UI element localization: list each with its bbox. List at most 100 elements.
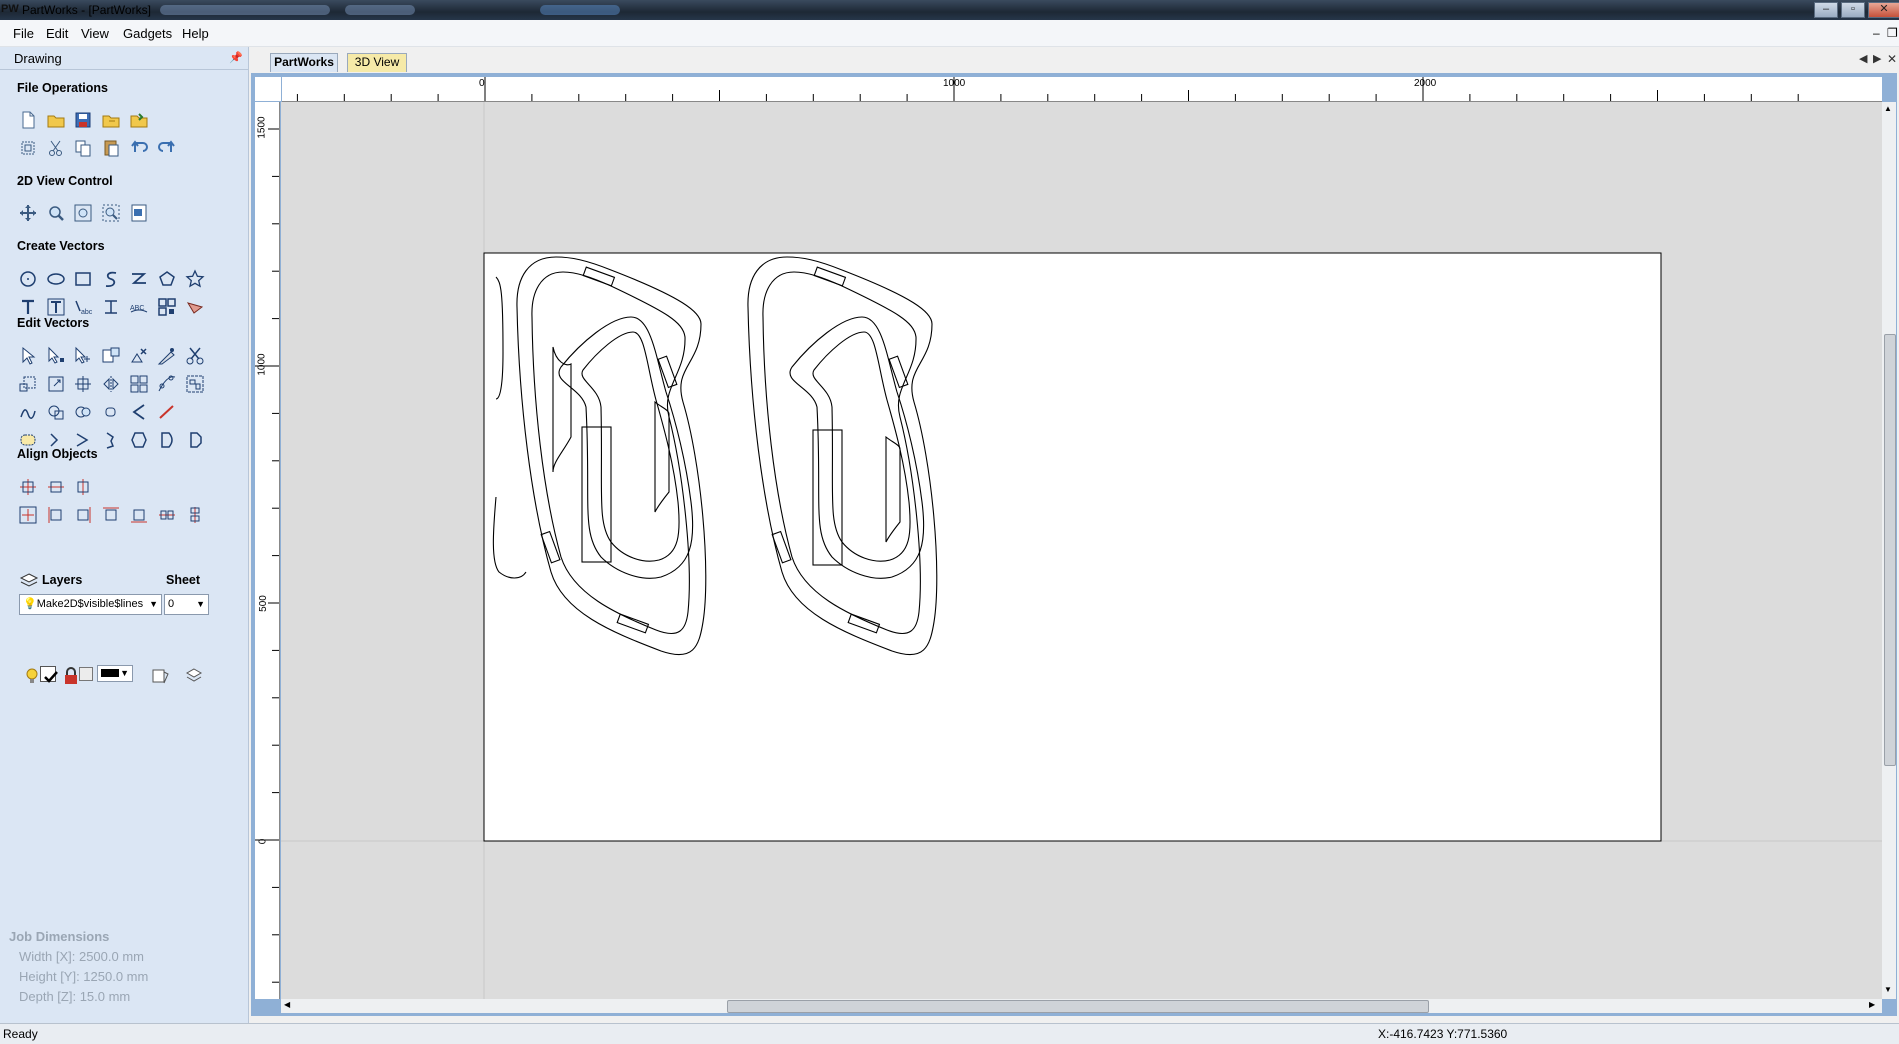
layer-stack-icon[interactable] xyxy=(184,666,203,684)
distribute-vertical-icon[interactable] xyxy=(185,505,205,525)
scroll-right-icon[interactable]: ▶ xyxy=(1869,1000,1875,1009)
arc-text-icon[interactable]: ABC xyxy=(129,297,149,317)
copy-icon[interactable] xyxy=(73,138,93,158)
smooth-icon[interactable] xyxy=(129,430,149,450)
align-vertical-center-icon[interactable] xyxy=(73,477,93,497)
transform-icon[interactable] xyxy=(73,346,93,366)
qr-code-icon[interactable] xyxy=(157,297,177,317)
distribute-horizontal-icon[interactable] xyxy=(157,505,177,525)
dimension-icon[interactable] xyxy=(185,297,205,317)
trim-icon[interactable] xyxy=(129,402,149,422)
mdi-minimize-button[interactable]: – xyxy=(1873,26,1880,40)
tab-scroll-left-icon[interactable]: ◀ xyxy=(1859,52,1867,65)
convert-arc-icon[interactable] xyxy=(157,430,177,450)
zoom-selected-icon[interactable] xyxy=(101,203,121,223)
ellipse-icon[interactable] xyxy=(46,269,66,289)
polygon-icon[interactable] xyxy=(157,269,177,289)
align-left-icon[interactable] xyxy=(46,505,66,525)
subtract-icon[interactable] xyxy=(46,402,66,422)
close-window-button[interactable]: ✕ xyxy=(1868,2,1899,18)
align-center-icon[interactable] xyxy=(18,477,38,497)
text-icon[interactable] xyxy=(18,297,38,317)
menu-view[interactable]: View xyxy=(81,26,109,41)
node-edit-icon[interactable] xyxy=(46,346,66,366)
align-bottom-icon[interactable] xyxy=(129,505,149,525)
zoom-icon[interactable] xyxy=(46,203,66,223)
menu-file[interactable]: File xyxy=(13,26,34,41)
align-horizontal-center-icon[interactable] xyxy=(46,477,66,497)
blurred-title-region xyxy=(540,5,620,15)
pan-icon[interactable] xyxy=(18,203,38,223)
mdi-restore-button[interactable]: ❐ xyxy=(1887,26,1898,40)
menu-edit[interactable]: Edit xyxy=(46,26,68,41)
horizontal-scroll-thumb[interactable] xyxy=(727,1000,1429,1013)
knife-icon[interactable] xyxy=(157,346,177,366)
fillet-icon[interactable] xyxy=(101,402,121,422)
align-objects-center-icon[interactable] xyxy=(18,505,38,525)
scroll-down-icon[interactable]: ▼ xyxy=(1884,985,1892,994)
sheet-view-icon[interactable] xyxy=(129,203,149,223)
convert-bezier-icon[interactable] xyxy=(185,430,205,450)
select-arrow-icon[interactable] xyxy=(18,346,38,366)
sheet-select[interactable]: 0 ▼ xyxy=(164,594,209,615)
text-on-curve-icon[interactable]: abc xyxy=(73,297,93,317)
scale-icon[interactable] xyxy=(18,374,38,394)
undo-icon[interactable] xyxy=(129,138,149,158)
vertical-scrollbar[interactable]: ▲ ▼ xyxy=(1882,102,1896,999)
scroll-up-icon[interactable]: ▲ xyxy=(1884,104,1892,113)
layer-manager-icon[interactable] xyxy=(150,666,169,684)
job-dimensions-heading: Job Dimensions xyxy=(9,929,110,944)
scroll-left-icon[interactable]: ◀ xyxy=(284,1000,290,1009)
cut-icon[interactable] xyxy=(46,138,66,158)
circle-icon[interactable] xyxy=(18,269,38,289)
layer-empty-checkbox[interactable] xyxy=(79,667,93,681)
open-folder-icon[interactable] xyxy=(46,110,66,130)
pin-icon[interactable]: 📌 xyxy=(229,51,243,64)
horizontal-scrollbar[interactable]: ◀ ▶ xyxy=(281,999,1882,1013)
close-tab-icon[interactable]: ✕ xyxy=(1887,52,1897,66)
zoom-extents-icon[interactable] xyxy=(73,203,93,223)
delete-nodes-icon[interactable] xyxy=(129,346,149,366)
layer-lock-icon[interactable] xyxy=(61,666,77,684)
select-all-icon[interactable] xyxy=(18,138,38,158)
layer-checkbox[interactable] xyxy=(40,666,58,683)
intersect-icon[interactable] xyxy=(73,402,93,422)
align-top-icon[interactable] xyxy=(101,505,121,525)
paste-icon[interactable] xyxy=(101,138,121,158)
tab-partworks[interactable]: PartWorks xyxy=(270,53,338,72)
weld-icon[interactable] xyxy=(18,402,38,422)
copy-along-path-icon[interactable] xyxy=(157,374,177,394)
maximize-button[interactable]: ▫ xyxy=(1841,2,1865,18)
minimize-button[interactable]: – xyxy=(1814,2,1838,18)
center-icon[interactable] xyxy=(73,374,93,394)
rectangle-icon[interactable] xyxy=(73,269,93,289)
polyline-icon[interactable] xyxy=(101,269,121,289)
extend-icon[interactable] xyxy=(157,402,177,422)
close-vectors-icon[interactable] xyxy=(101,430,121,450)
menu-gadgets[interactable]: Gadgets xyxy=(123,26,172,41)
layer-select[interactable]: 💡Make2D$visible$lines ▼ xyxy=(19,594,162,615)
menu-help[interactable]: Help xyxy=(182,26,209,41)
import-folder-icon[interactable] xyxy=(129,110,149,130)
layer-visibility-bulb-icon[interactable] xyxy=(22,666,38,683)
mirror-icon[interactable] xyxy=(101,374,121,394)
nesting-icon[interactable] xyxy=(185,374,205,394)
save-icon[interactable] xyxy=(73,110,93,130)
tab-scroll-right-icon[interactable]: ▶ xyxy=(1873,52,1881,65)
open-template-icon[interactable] xyxy=(101,110,121,130)
rotate-icon[interactable] xyxy=(46,374,66,394)
array-copy-icon[interactable] xyxy=(129,374,149,394)
interactive-size-icon[interactable] xyxy=(101,346,121,366)
redo-icon[interactable] xyxy=(157,138,177,158)
tab-3d-view[interactable]: 3D View xyxy=(347,53,407,72)
layer-color-select[interactable]: ▼ xyxy=(97,665,133,682)
drawing-canvas[interactable] xyxy=(281,102,1882,999)
align-right-icon[interactable] xyxy=(73,505,93,525)
vertical-scroll-thumb[interactable] xyxy=(1884,334,1896,766)
star-icon[interactable] xyxy=(185,269,205,289)
text-box-icon[interactable] xyxy=(46,297,66,317)
new-file-icon[interactable] xyxy=(18,110,38,130)
curve-icon[interactable] xyxy=(129,269,149,289)
scissors-icon[interactable] xyxy=(185,346,205,366)
auto-layout-text-icon[interactable] xyxy=(101,297,121,317)
